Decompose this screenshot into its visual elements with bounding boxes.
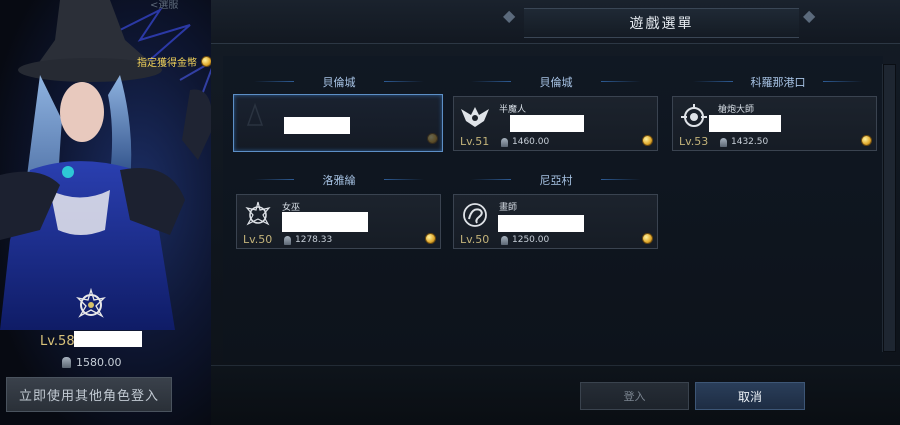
demon-class-icon	[461, 107, 489, 127]
character-card-5[interactable]: 畫師 Lv.50 1250.00	[453, 194, 658, 249]
character-1-name-redacted	[284, 117, 350, 134]
witch-class-emblem-icon	[76, 288, 106, 318]
character-3-item-level-value: 1432.50	[731, 137, 769, 147]
main-item-level-value: 1580.00	[76, 356, 122, 369]
character-portrait	[0, 0, 217, 330]
server-label-3: 科羅那港口	[673, 74, 883, 90]
character-3-item-level: 1432.50	[720, 137, 768, 147]
main-character-item-level: 1580.00	[62, 356, 122, 369]
character-5-class: 畫師	[499, 203, 518, 213]
character-panel: <選服 指定獲得金幣 Lv.58 1580.00 立即使用其他角色登入	[0, 0, 232, 425]
cancel-button[interactable]: 取消	[695, 382, 805, 410]
character-4-level: Lv.50	[243, 233, 273, 246]
title-ornament-left-icon: ◆	[503, 6, 516, 25]
scrollbar-thumb[interactable]	[884, 65, 895, 351]
main-character-level: Lv.58	[40, 334, 75, 349]
character-5-level: Lv.50	[460, 233, 490, 246]
login-other-character-button[interactable]: 立即使用其他角色登入	[6, 377, 172, 412]
character-5-name-redacted	[498, 215, 584, 232]
character-card-2[interactable]: 半魔人 Lv.51 1460.00	[453, 96, 658, 151]
character-list-scrollbar[interactable]	[882, 64, 896, 352]
character-4-item-level-value: 1278.33	[295, 235, 333, 245]
character-2-item-level-value: 1460.00	[512, 137, 550, 147]
faded-class-icon	[246, 102, 264, 126]
menu-title: 遊戲選單	[629, 16, 694, 32]
character-5-coin-icon	[642, 233, 653, 244]
witch-class-icon	[245, 201, 271, 226]
gunner-class-icon	[681, 104, 707, 127]
character-3-name-redacted	[709, 115, 781, 132]
server-select-label[interactable]: <選服	[150, 0, 178, 11]
helmet-icon	[501, 235, 508, 245]
character-4-item-level: 1278.33	[284, 235, 332, 245]
character-2-class: 半魔人	[499, 105, 527, 115]
game-menu-window: ◆ 遊戲選單 ◆ 貝倫城 貝倫城 科羅那港口 洛雅綸 尼亞村 半魔人 Lv.51…	[211, 0, 900, 425]
server-label-1: 貝倫城	[234, 74, 444, 90]
character-2-coin-icon	[642, 135, 653, 146]
item-level-helmet-icon	[62, 357, 71, 368]
character-card-1[interactable]	[233, 94, 443, 152]
menu-bottom-bar: 登入 取消	[211, 365, 900, 425]
helmet-icon	[284, 235, 291, 245]
helmet-icon	[720, 137, 727, 147]
character-3-coin-icon	[861, 135, 872, 146]
character-4-name-redacted	[282, 212, 368, 232]
server-label-2: 貝倫城	[451, 74, 661, 90]
designated-gold-label: 指定獲得金幣	[137, 54, 212, 69]
character-2-level: Lv.51	[460, 135, 490, 148]
character-4-coin-icon	[425, 233, 436, 244]
character-3-level: Lv.53	[679, 135, 709, 148]
login-button[interactable]: 登入	[580, 382, 689, 410]
character-5-item-level: 1250.00	[501, 235, 549, 245]
server-label-4: 洛雅綸	[234, 172, 444, 188]
character-2-item-level: 1460.00	[501, 137, 549, 147]
character-3-class: 槍炮大師	[718, 105, 755, 115]
artist-class-icon	[463, 203, 487, 227]
main-character-name-redacted	[74, 331, 142, 347]
character-2-name-redacted	[510, 115, 584, 132]
menu-title-bar: ◆ 遊戲選單 ◆	[211, 0, 900, 44]
character-card-4[interactable]: 女巫 Lv.50 1278.33	[236, 194, 441, 249]
designated-gold-text: 指定獲得金幣	[137, 58, 197, 69]
helmet-icon	[501, 137, 508, 147]
character-5-item-level-value: 1250.00	[512, 235, 550, 245]
title-ornament-right-icon: ◆	[803, 6, 816, 25]
server-label-5: 尼亞村	[451, 172, 661, 188]
character-card-3[interactable]: 槍炮大師 Lv.53 1432.50	[672, 96, 877, 151]
character-1-coin-icon	[427, 133, 438, 144]
